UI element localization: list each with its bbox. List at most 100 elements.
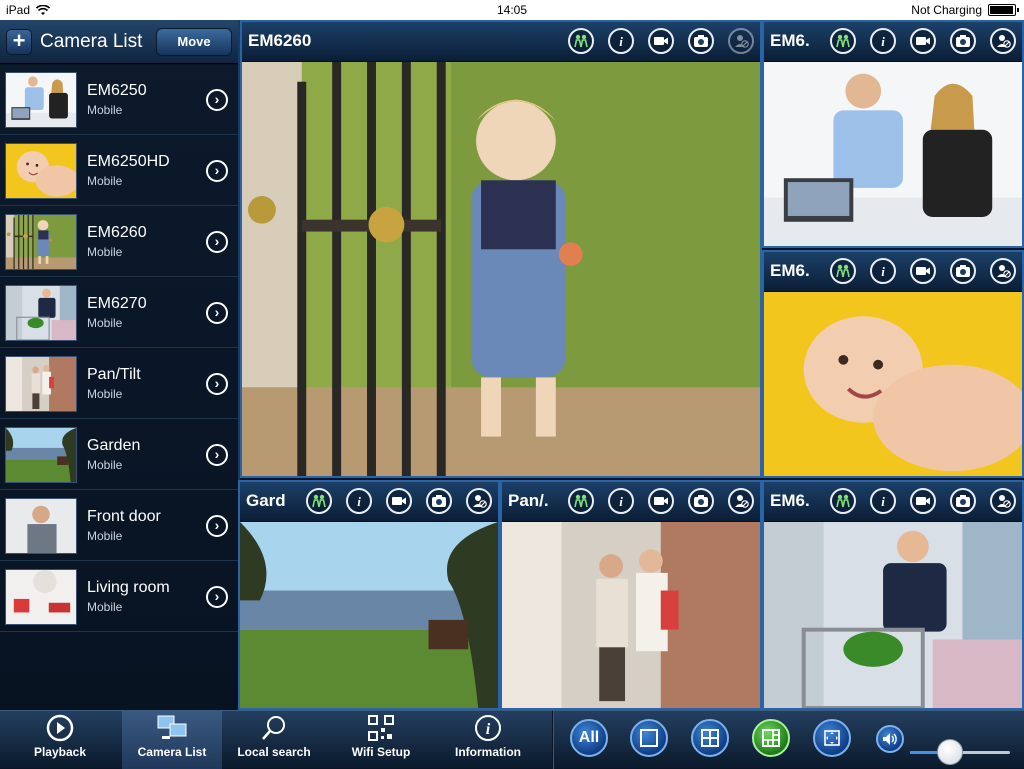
camera-list-item[interactable]: EM6250HD Mobile › [0,135,238,206]
people-icon[interactable] [830,258,856,284]
pane-title: EM6260 [248,31,312,50]
video-pane-6[interactable]: EM6. i [762,480,1024,710]
six-view-icon [762,729,780,747]
layout-quad-button[interactable] [691,719,729,757]
snapshot-icon[interactable] [950,258,976,284]
volume-slider[interactable] [910,739,1010,765]
snapshot-icon[interactable] [688,488,714,514]
volume-slider-knob[interactable] [937,739,963,765]
pane-title: Gard [246,491,286,510]
mute-mic-icon[interactable] [466,488,492,514]
people-icon[interactable] [568,28,594,54]
svg-text:i: i [881,494,885,509]
camera-thumbnail [5,284,77,341]
snapshot-icon[interactable] [688,28,714,54]
chevron-right-icon[interactable]: › [206,302,228,324]
chevron-right-icon[interactable]: › [206,160,228,182]
camera-feed[interactable] [502,522,760,708]
chevron-right-icon[interactable]: › [206,231,228,253]
camera-thumbnail [5,568,77,625]
chevron-right-icon[interactable]: › [206,586,228,608]
chevron-right-icon[interactable]: › [206,444,228,466]
mute-mic-icon[interactable] [728,488,754,514]
people-icon[interactable] [306,488,332,514]
camera-list-item[interactable]: Garden Mobile › [0,419,238,490]
chevron-right-icon[interactable]: › [206,515,228,537]
move-button[interactable]: Move [156,27,232,56]
mute-mic-icon[interactable] [728,28,754,54]
camera-feed[interactable] [764,62,1022,246]
toolbar-item-playback[interactable]: Playback [10,711,110,769]
info-icon[interactable]: i [870,258,896,284]
fullscreen-button[interactable] [813,719,851,757]
pane-title: EM6. [770,261,810,280]
svg-text:i: i [357,494,361,509]
toolbar-divider [552,711,554,769]
add-camera-button[interactable]: + [6,28,32,55]
info-icon[interactable]: i [346,488,372,514]
people-icon[interactable] [830,488,856,514]
pane-title: EM6. [770,31,810,50]
clock: 14:05 [496,3,528,17]
camera-list-item[interactable]: Living room Mobile › [0,561,238,632]
mute-mic-icon[interactable] [990,28,1016,54]
camera-list-item[interactable]: EM6260 Mobile › [0,206,238,277]
record-icon[interactable] [386,488,412,514]
toolbar-item-label: Playback [33,745,87,759]
volume-icon[interactable] [876,725,904,753]
qr-code-icon [331,711,431,745]
camera-list-item[interactable]: Front door Mobile › [0,490,238,561]
video-pane-2[interactable]: EM6. i [762,20,1024,248]
mute-mic-icon[interactable] [990,488,1016,514]
people-icon[interactable] [830,28,856,54]
camera-feed[interactable] [242,62,760,476]
quad-view-icon [701,729,719,747]
layout-six-button[interactable] [752,719,790,757]
mute-mic-icon[interactable] [990,258,1016,284]
snapshot-icon[interactable] [950,488,976,514]
people-icon[interactable] [568,488,594,514]
toolbar-item-local-search[interactable]: Local search [224,711,324,769]
video-pane-main[interactable]: EM6260 i [240,20,762,478]
battery-icon [988,4,1019,16]
pane-title: EM6. [770,491,810,510]
video-pane-5[interactable]: Pan/. i [500,480,762,710]
camera-list-title: Camera List [40,30,143,52]
toolbar-item-label: Information [455,745,521,759]
svg-text:i: i [881,264,885,279]
layout-all-button[interactable]: All [570,719,608,757]
camera-feed[interactable] [764,522,1022,708]
camera-thumbnail [5,71,77,128]
video-pane-3[interactable]: EM6. i [762,250,1024,478]
info-icon[interactable]: i [608,28,634,54]
pane-toolbar: Pan/. i [502,482,760,522]
toolbar-item-camera-list[interactable]: Camera List [122,711,222,769]
camera-feed[interactable] [764,292,1022,476]
pane-title: Pan/. [508,491,549,510]
record-icon[interactable] [648,28,674,54]
camera-list-item[interactable]: EM6270 Mobile › [0,277,238,348]
layout-single-button[interactable] [630,719,668,757]
camera-feed[interactable] [240,522,498,708]
camera-list-item[interactable]: Pan/Tilt Mobile › [0,348,238,419]
record-icon[interactable] [910,258,936,284]
toolbar-item-information[interactable]: i Information [438,711,538,769]
chevron-right-icon[interactable]: › [206,89,228,111]
chevron-right-icon[interactable]: › [206,373,228,395]
camera-list-icon [122,711,222,745]
info-icon[interactable]: i [608,488,634,514]
svg-text:i: i [619,494,623,509]
toolbar-item-wifi-setup[interactable]: Wifi Setup [331,711,431,769]
info-icon[interactable]: i [870,488,896,514]
record-icon[interactable] [910,488,936,514]
camera-list-item[interactable]: EM6250 Mobile › [0,64,238,135]
pane-toolbar: EM6260 i [242,22,760,62]
snapshot-icon[interactable] [426,488,452,514]
info-icon[interactable]: i [870,28,896,54]
snapshot-icon[interactable] [950,28,976,54]
camera-list-header: + Camera List Move [0,20,238,64]
video-pane-4[interactable]: Gard i [238,480,500,710]
record-icon[interactable] [910,28,936,54]
record-icon[interactable] [648,488,674,514]
info-icon: i [438,711,538,745]
